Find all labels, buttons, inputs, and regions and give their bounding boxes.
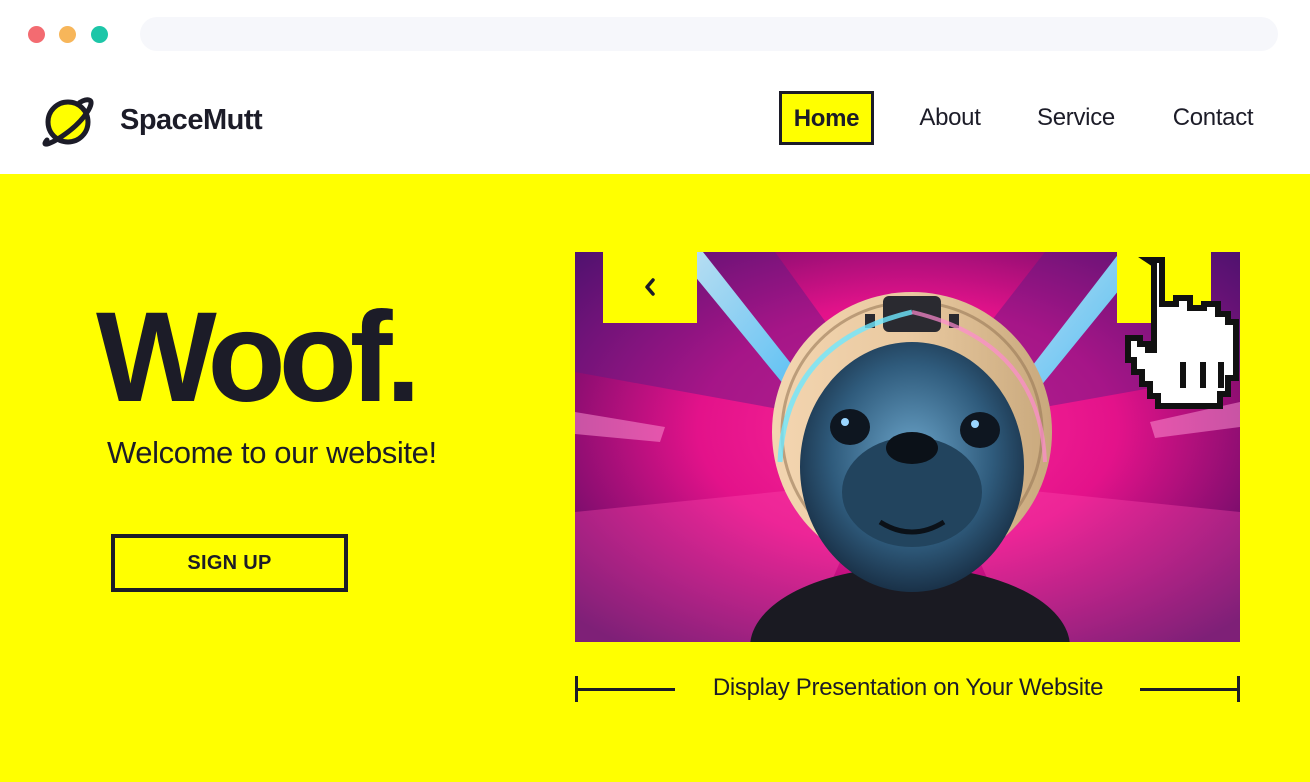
sign-up-button[interactable]: SIGN UP (111, 534, 348, 592)
caption-left-line (575, 688, 675, 691)
site-header: SpaceMutt Home About Service Contact (0, 70, 1310, 174)
address-bar[interactable] (140, 17, 1278, 51)
hero-subtitle: Welcome to our website! (107, 435, 437, 470)
caption-right-tick (1237, 676, 1240, 702)
hand-cursor-icon (1125, 257, 1239, 409)
main-nav: Home About Service Contact (0, 90, 1310, 146)
nav-home[interactable]: Home (779, 91, 874, 145)
browser-chrome (0, 0, 1310, 70)
slider-prev-button[interactable] (603, 251, 697, 323)
window-close-button[interactable] (28, 26, 45, 43)
browser-window: SpaceMutt Home About Service Contact Woo… (0, 0, 1310, 782)
window-minimize-button[interactable] (59, 26, 76, 43)
nav-about[interactable]: About (905, 90, 995, 146)
hero-title: Woof. (96, 286, 421, 429)
caption-right-line (1140, 688, 1240, 691)
chevron-left-icon (645, 278, 655, 296)
slider-caption: Display Presentation on Your Website (712, 674, 1104, 701)
window-maximize-button[interactable] (91, 26, 108, 43)
nav-contact[interactable]: Contact (1160, 90, 1266, 146)
nav-service[interactable]: Service (1024, 90, 1128, 146)
